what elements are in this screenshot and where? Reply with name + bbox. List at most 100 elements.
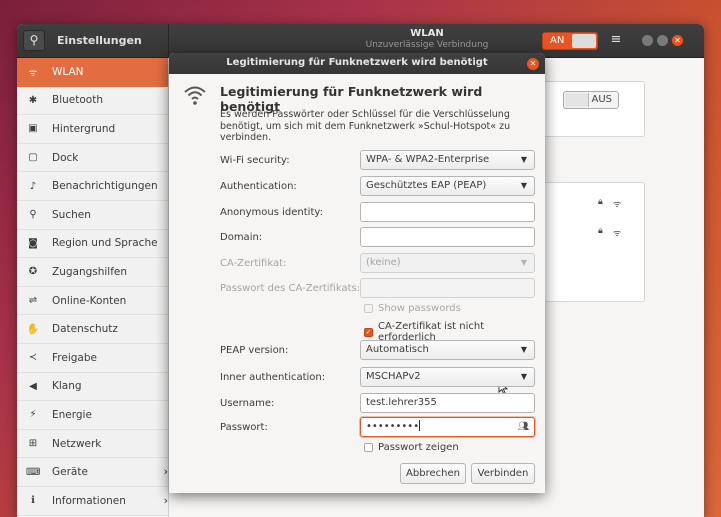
sidebar-item-benachrichtigungen[interactable]: ♪ Benachrichtigungen [17,172,168,201]
sidebar-item-region[interactable]: ◙ Region und Sprache [17,230,168,259]
sidebar-item-label: Informationen [52,494,126,507]
ca-certificate-combo[interactable]: (keine) ▼ [360,253,535,273]
minimize-button[interactable] [642,35,653,46]
sidebar-item-label: Klang [52,380,82,393]
sidebar-item-suchen[interactable]: ⚲ Suchen [17,201,168,230]
airplane-toggle-label: AUS [591,94,612,105]
domain-label: Domain: [220,232,263,243]
toggle-knob [572,34,596,48]
dialog-description: Es werden Passwörter oder Schlüssel für … [220,109,511,143]
ca-certificate-password-label: Passwort des CA-Zertifikats: [220,283,361,294]
hamburger-icon: ≡ [610,32,622,47]
show-password-checkbox[interactable]: Passwort zeigen [364,442,459,453]
sidebar-item-label: Datenschutz [52,323,118,336]
checkbox-label: Passwort zeigen [378,442,459,453]
ca-certificate-password-input[interactable] [360,278,535,298]
search-icon: ⚲ [29,209,37,221]
authentication-combo[interactable]: Geschütztes EAP (PEAP) ▼ [360,176,535,196]
password-input[interactable]: ••••••••• 👥︎ [360,417,535,437]
headerbar-left: ⚲ Einstellungen [17,24,169,58]
sidebar-item-freigabe[interactable]: ≺ Freigabe [17,344,168,373]
app-title: Einstellungen [57,34,142,47]
privacy-hand-icon: ✋ [26,323,40,335]
search-button[interactable]: ⚲ [23,30,45,51]
sidebar-item-informationen[interactable]: ℹ Informationen › [17,487,168,516]
sidebar-item-hintergrund[interactable]: ▣ Hintergrund [17,115,168,144]
peap-version-combo[interactable]: Automatisch ▼ [360,340,535,360]
wifi-toggle-label: AN [550,35,565,46]
chevron-right-icon: › [163,493,168,507]
online-accounts-icon: ⇌ [28,295,38,307]
sidebar-item-datenschutz[interactable]: ✋ Datenschutz [17,315,168,344]
lock-icon: 🔒︎ [598,197,603,207]
sidebar-item-geraete[interactable]: ⌨ Geräte › [17,458,168,487]
bell-icon: ♪ [29,180,37,192]
anonymous-identity-label: Anonymous identity: [220,207,323,218]
speaker-icon: ◀ [29,380,37,392]
sidebar-item-energie[interactable]: ⚡ Energie [17,401,168,430]
close-icon: ✕ [529,59,537,68]
sidebar-item-label: Freigabe [52,351,97,364]
wifi-auth-dialog: Legitimierung für Funknetzwerk wird benö… [169,53,545,493]
wifi-security-combo[interactable]: WPA- & WPA2-Enterprise ▼ [360,150,535,170]
dropdown-arrow-icon: ▼ [520,181,527,190]
search-icon: ⚲ [29,33,39,47]
chevron-right-icon: › [163,465,168,479]
dropdown-arrow-icon: ▼ [520,372,527,381]
share-icon: ≺ [28,352,38,364]
sidebar-item-label: Suchen [52,208,91,221]
sidebar-item-label: Dock [52,151,79,164]
checkmark-icon: ✓ [364,327,373,337]
sidebar-item-online-konten[interactable]: ⇌ Online-Konten [17,287,168,316]
checkbox-box [364,443,373,452]
ca-certificate-label: CA-Zertifikat: [220,258,287,269]
flag-icon: ◙ [28,237,38,249]
text-caret [419,420,421,431]
close-icon: ✕ [674,36,681,45]
sidebar-item-label: WLAN [52,65,84,78]
inner-authentication-combo[interactable]: MSCHAPv2 ▼ [360,367,535,387]
username-input[interactable]: test.lehrer355 [360,393,535,413]
devices-icon: ⌨ [26,466,41,478]
sidebar-item-label: Online-Konten [52,294,127,307]
sidebar-item-zugangshilfen[interactable]: ✪ Zugangshilfen [17,258,168,287]
cancel-button[interactable]: Abbrechen [400,463,466,484]
accessibility-icon: ✪ [28,266,38,278]
checkbox-label: Show passwords [378,303,461,314]
panel-subtitle: Unzuverlässige Verbindung [365,40,489,50]
sidebar-item-label: Region und Sprache [52,237,158,250]
checkbox-box [364,304,373,313]
inner-authentication-label: Inner authentication: [220,372,326,383]
sidebar-item-label: Netzwerk [52,437,102,450]
wifi-icon [184,86,206,105]
menu-button[interactable]: ≡ [606,32,626,50]
password-value: ••••••••• [366,421,420,432]
sidebar-item-label: Geräte [52,466,88,479]
show-passwords-checkbox[interactable]: Show passwords [364,303,461,314]
toggle-knob [565,93,589,107]
connect-button[interactable]: Verbinden [471,463,535,484]
dialog-close-button[interactable]: ✕ [527,58,539,70]
password-storage-icon[interactable]: 👥︎ [518,418,529,436]
sidebar-item-bluetooth[interactable]: ✱ Bluetooth [17,87,168,116]
authentication-label: Authentication: [220,181,297,192]
network-icon: ⊞ [28,438,38,450]
dialog-title: Legitimierung für Funknetzwerk wird benö… [226,57,488,68]
sidebar-item-wlan[interactable]: ᯤ WLAN [17,58,168,87]
peap-version-label: PEAP version: [220,345,289,356]
sidebar-item-klang[interactable]: ◀ Klang [17,373,168,402]
window-close-button[interactable]: ✕ [672,35,683,46]
sidebar: ᯤ WLAN ✱ Bluetooth ▣ Hintergrund ▢ Dock … [17,58,169,517]
sidebar-item-netzwerk[interactable]: ⊞ Netzwerk [17,430,168,459]
domain-input[interactable] [360,227,535,247]
wifi-on-toggle[interactable]: AN [542,32,598,50]
sidebar-item-dock[interactable]: ▢ Dock [17,144,168,173]
maximize-button[interactable] [657,35,668,46]
power-icon: ⚡ [29,409,37,421]
anonymous-identity-input[interactable] [360,202,535,222]
combo-value: Automatisch [366,344,429,355]
sidebar-item-label: Bluetooth [52,94,103,107]
airplane-mode-toggle[interactable]: AUS [563,91,619,109]
dropdown-arrow-icon: ▼ [520,345,527,354]
combo-value: Geschütztes EAP (PEAP) [366,180,487,191]
